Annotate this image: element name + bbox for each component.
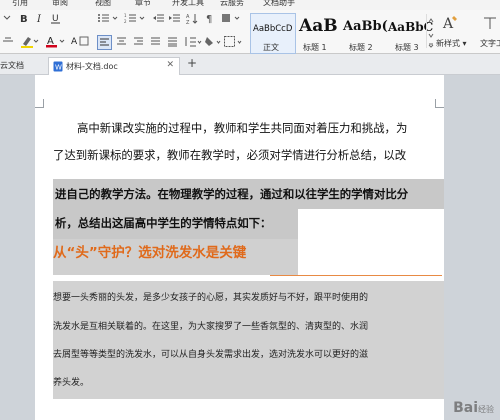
dropdown-arrow-icon[interactable] bbox=[2, 12, 16, 24]
align-left-icon[interactable] bbox=[97, 35, 112, 50]
new-style-button[interactable]: 新样式 ▾ bbox=[436, 38, 467, 49]
watermark-text: Bai bbox=[453, 400, 478, 416]
svg-text:Z: Z bbox=[186, 20, 190, 24]
align-center-icon[interactable] bbox=[115, 35, 128, 51]
style-heading-2-preview: AaBb( bbox=[343, 19, 388, 34]
border-icon[interactable] bbox=[223, 35, 245, 51]
font-color-icon[interactable]: A bbox=[45, 34, 67, 51]
svg-text:I: I bbox=[36, 14, 42, 24]
svg-text:B: B bbox=[20, 14, 28, 24]
menu-tab-cloud[interactable]: 云服务 bbox=[220, 0, 244, 8]
justify-icon[interactable] bbox=[149, 35, 162, 51]
menu-tab-chapter[interactable]: 章节 bbox=[135, 0, 151, 8]
bold-icon[interactable]: B bbox=[18, 12, 32, 25]
svg-text:¶: ¶ bbox=[206, 14, 212, 24]
sort-icon[interactable]: AZ bbox=[186, 12, 200, 27]
document-area: 高中新课改实施的过程中，教师和学生共同面对着压力和挑战，为 了达到新课标的要求，… bbox=[0, 75, 500, 420]
heading-divider bbox=[270, 275, 442, 276]
style-normal[interactable]: AaBbCcD 正文 bbox=[250, 13, 296, 54]
menu-tab-developer[interactable]: 开发工具 bbox=[172, 0, 204, 8]
svg-text:A: A bbox=[71, 37, 78, 47]
italic-icon[interactable]: I bbox=[34, 12, 48, 25]
section-heading: 从“头”守护？选对洗发水是关键 bbox=[53, 245, 247, 261]
style-heading-1-preview: AaB bbox=[299, 16, 338, 36]
body-text-line: 去屑型等等类型的洗发水，可以从自身头发需求出发，选对洗发水可以更好的滋 bbox=[53, 350, 369, 360]
margin-corner-mark bbox=[435, 99, 444, 108]
show-marks-icon[interactable]: ¶ bbox=[204, 12, 218, 27]
bold-paragraph-line: 析，总结出这届高中学生的学情特点如下： bbox=[55, 216, 272, 230]
ribbon-toolbar: B I U A A 12 AZ ¶ AaBbCcD 正文 AaB 标题 1 Aa… bbox=[0, 10, 500, 54]
style-normal-label: 正文 bbox=[263, 43, 279, 52]
bullet-list-icon[interactable] bbox=[97, 12, 123, 27]
styles-scroll[interactable] bbox=[426, 14, 435, 48]
paragraph-line: 了达到新课标的要求，教师在教学时，必须对学情进行分析总结，以改 bbox=[53, 148, 407, 162]
tab-document-title: 材料-文档.doc bbox=[66, 62, 118, 71]
close-tab-icon[interactable]: ✕ bbox=[166, 60, 174, 70]
style-heading-1[interactable]: AaB 标题 1 bbox=[296, 13, 340, 54]
svg-text:1: 1 bbox=[124, 13, 127, 18]
menu-tab-view[interactable]: 视图 bbox=[95, 0, 111, 8]
svg-text:2: 2 bbox=[124, 19, 127, 24]
text-tools-button[interactable]: 文字工 bbox=[480, 38, 500, 49]
new-tab-button[interactable]: + bbox=[187, 56, 197, 73]
document-tab-bar: 云文档 W 材料-文档.doc ✕ + bbox=[0, 54, 500, 75]
tab-active-document[interactable]: W 材料-文档.doc ✕ bbox=[48, 57, 180, 75]
margin-corner-mark bbox=[35, 99, 44, 108]
svg-text:W: W bbox=[55, 64, 62, 72]
menu-tab-references[interactable]: 引用 bbox=[12, 0, 28, 8]
line-spacing-icon[interactable] bbox=[184, 35, 202, 51]
styles-gallery: AaBbCcD 正文 AaB 标题 1 AaBb( 标题 2 AaBbC 标题 … bbox=[250, 12, 435, 54]
paragraph-line: 高中新课改实施的过程中，教师和学生共同面对着压力和挑战，为 bbox=[77, 121, 408, 135]
document-page[interactable]: 高中新课改实施的过程中，教师和学生共同面对着压力和挑战，为 了达到新课标的要求，… bbox=[35, 75, 444, 420]
bold-paragraph-line: 进自己的教学方法。在物理教学的过程，通过和以往学生的学情对比分 bbox=[55, 187, 409, 201]
watermark-sub: 经验 bbox=[478, 405, 494, 414]
style-heading-2-label: 标题 2 bbox=[349, 43, 373, 52]
style-heading-2[interactable]: AaBb( 标题 2 bbox=[340, 13, 388, 54]
menu-tab-review[interactable]: 审阅 bbox=[52, 0, 68, 8]
menu-tab-assistant[interactable]: 文档助手 bbox=[263, 0, 295, 8]
style-heading-1-label: 标题 1 bbox=[303, 43, 327, 52]
numbered-list-icon[interactable]: 12 bbox=[124, 12, 150, 27]
baidu-watermark: Bai经验 bbox=[453, 400, 494, 416]
distributed-align-icon[interactable] bbox=[166, 35, 179, 51]
shading-dropdown-icon[interactable] bbox=[221, 12, 245, 27]
fill-color-icon[interactable] bbox=[204, 35, 222, 51]
svg-text:A: A bbox=[442, 16, 454, 32]
char-border-icon[interactable]: A bbox=[70, 34, 90, 51]
increase-indent-icon[interactable] bbox=[168, 12, 182, 27]
new-style-icon[interactable]: A bbox=[441, 14, 459, 35]
text-tools-icon[interactable] bbox=[482, 14, 498, 35]
body-text-line: 洗发水是互相关联着的。在这里，为大家搜罗了一些香氛型的、清爽型的、水润 bbox=[53, 322, 369, 332]
style-normal-preview: AaBbCcD bbox=[253, 24, 293, 34]
align-right-icon[interactable] bbox=[132, 35, 145, 51]
body-text-line: 养头发。 bbox=[53, 378, 90, 388]
strikethrough-icon[interactable] bbox=[2, 35, 14, 50]
underline-icon[interactable]: U bbox=[50, 12, 64, 24]
highlight-pen-icon[interactable] bbox=[20, 34, 40, 51]
doc-file-icon: W bbox=[53, 61, 63, 74]
style-heading-3-label: 标题 3 bbox=[395, 43, 419, 52]
body-text-line: 想要一头秀丽的头发，是多少女孩子的心愿，其实发质好与不好，跟平时使用的 bbox=[53, 293, 369, 303]
decrease-indent-icon[interactable] bbox=[152, 12, 166, 27]
